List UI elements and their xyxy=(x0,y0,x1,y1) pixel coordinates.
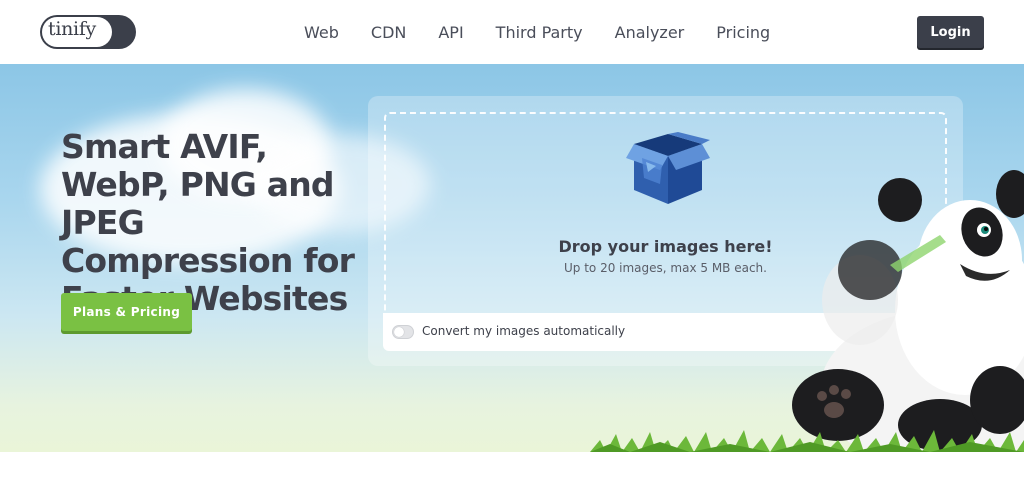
nav-analyzer[interactable]: Analyzer xyxy=(615,23,685,42)
convert-toggle[interactable] xyxy=(392,325,414,339)
main-nav: Web CDN API Third Party Analyzer Pricing xyxy=(288,0,802,64)
site-header: tinify Web CDN API Third Party Analyzer … xyxy=(0,0,1024,64)
nav-web[interactable]: Web xyxy=(304,23,339,42)
panda-mascot-icon xyxy=(792,170,1024,452)
convert-label: Convert my images automatically xyxy=(422,324,626,338)
toggle-knob xyxy=(394,327,404,337)
plans-pricing-button[interactable]: Plans & Pricing xyxy=(61,293,192,331)
logo-text: tinify xyxy=(48,18,96,40)
nav-third-party[interactable]: Third Party xyxy=(496,23,583,42)
nav-pricing[interactable]: Pricing xyxy=(716,23,770,42)
hero-section: Smart AVIF, WebP, PNG and JPEG Compressi… xyxy=(0,64,1024,452)
nav-cdn[interactable]: CDN xyxy=(371,23,406,42)
hero-headline: Smart AVIF, WebP, PNG and JPEG Compressi… xyxy=(61,127,355,318)
login-button[interactable]: Login xyxy=(917,16,984,48)
nav-api[interactable]: API xyxy=(438,23,463,42)
tinify-logo[interactable]: tinify xyxy=(40,15,136,49)
grass-decoration-icon xyxy=(590,430,1024,452)
open-box-icon xyxy=(626,132,710,204)
